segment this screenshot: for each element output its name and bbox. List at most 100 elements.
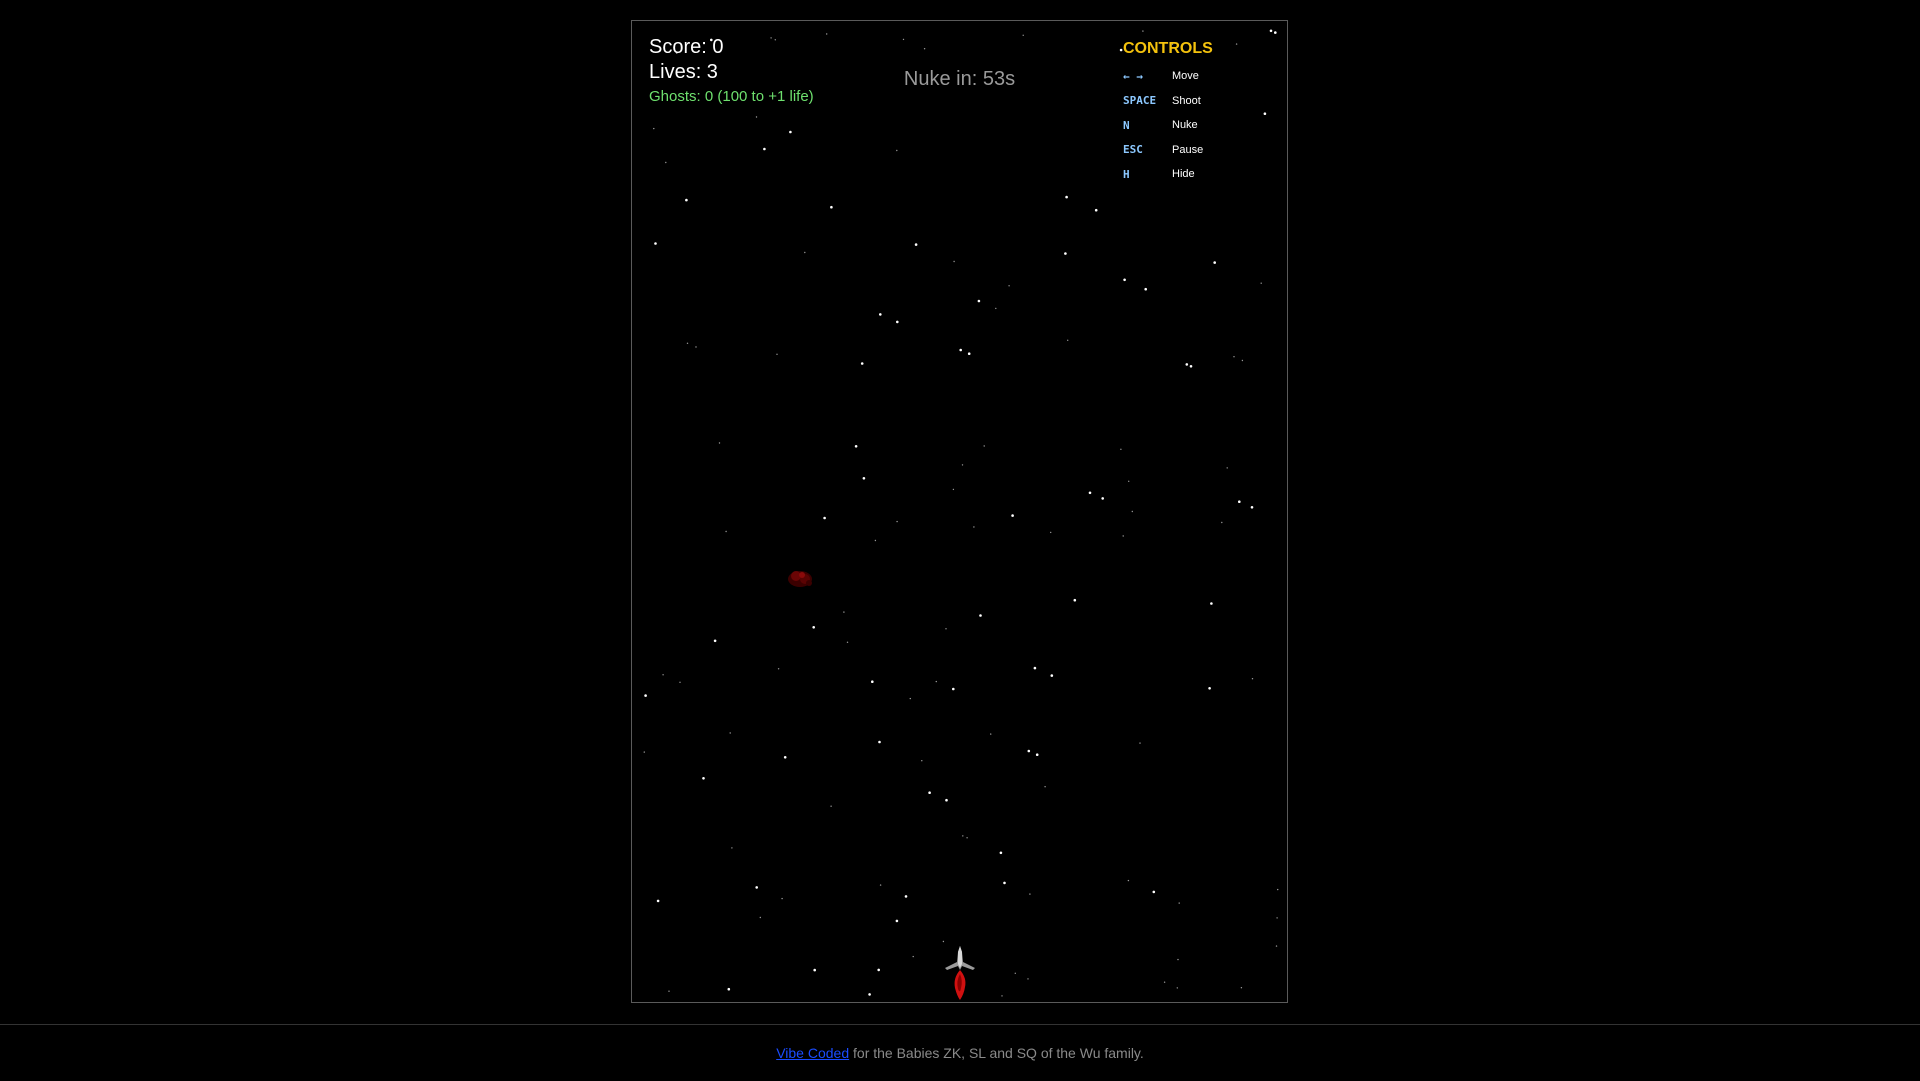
- star: [763, 147, 766, 151]
- star: [1029, 893, 1031, 895]
- star: [1035, 753, 1039, 756]
- star: [1139, 742, 1141, 744]
- star: [1226, 467, 1228, 469]
- star: [962, 835, 964, 837]
- star: [995, 307, 997, 310]
- star: [1022, 34, 1024, 36]
- controls-title: CONTROLS: [1123, 40, 1213, 57]
- star: [896, 520, 898, 523]
- star: [731, 847, 733, 849]
- star: [686, 342, 689, 344]
- h-key-label: H: [1123, 167, 1130, 181]
- star: [656, 899, 660, 903]
- star: [879, 884, 882, 886]
- star: [770, 37, 772, 39]
- star: [1064, 252, 1067, 255]
- star: [813, 968, 816, 972]
- shoot-action-label: Shoot: [1172, 94, 1201, 107]
- star: [952, 687, 955, 691]
- star: [878, 740, 881, 744]
- star: [846, 641, 849, 643]
- star: [1178, 902, 1180, 904]
- game-canvas[interactable]: Score: 0 Lives: 3 Ghosts: 0 (100 to +1 l…: [631, 20, 1288, 1003]
- star: [1210, 602, 1213, 605]
- star: [755, 116, 758, 118]
- star: [959, 348, 962, 352]
- star: [781, 897, 783, 900]
- star: [718, 442, 721, 444]
- star: [928, 791, 931, 794]
- star: [945, 628, 947, 630]
- star: [921, 760, 923, 762]
- star: [653, 127, 655, 130]
- page-footer: Vibe Coded for the Babies ZK, SL and SQ …: [0, 1024, 1920, 1081]
- star: [1067, 339, 1069, 341]
- star: [904, 895, 908, 898]
- control-row-shoot: SPACE Shoot: [1123, 89, 1273, 114]
- star: [702, 777, 705, 780]
- star: [1050, 531, 1052, 534]
- star: [1131, 510, 1133, 513]
- move-action-label: Move: [1172, 70, 1199, 83]
- star: [983, 445, 985, 447]
- star: [1163, 981, 1166, 983]
- star: [896, 320, 899, 324]
- star: [1177, 958, 1179, 961]
- star: [854, 445, 858, 448]
- n-key-label: N: [1123, 118, 1130, 132]
- star: [776, 353, 778, 355]
- star: [668, 990, 670, 992]
- star: [874, 539, 877, 542]
- star: [953, 260, 955, 263]
- star: [826, 33, 828, 35]
- star: [914, 243, 918, 246]
- star: [1003, 881, 1006, 885]
- star: [990, 733, 992, 735]
- star: [945, 798, 948, 802]
- star: [961, 464, 964, 466]
- star: [1233, 356, 1235, 358]
- star: [909, 697, 911, 700]
- vibe-coded-link[interactable]: Vibe Coded: [776, 1045, 849, 1061]
- star: [952, 488, 955, 491]
- star: [1144, 287, 1147, 291]
- star: [879, 313, 882, 316]
- star: [1033, 666, 1037, 670]
- star: [843, 611, 845, 613]
- star: [1008, 285, 1010, 287]
- star: [679, 681, 681, 683]
- score-display: Score: 0: [649, 36, 724, 58]
- star: [1185, 363, 1189, 366]
- star: [755, 886, 758, 889]
- star: [789, 130, 792, 134]
- arrow-keys-label: ← →: [1123, 69, 1143, 83]
- star: [868, 993, 871, 996]
- star: [1275, 945, 1278, 947]
- star: [1122, 535, 1124, 537]
- star: [643, 751, 645, 753]
- star: [973, 526, 975, 528]
- star: [1128, 480, 1130, 482]
- star: [1001, 995, 1003, 997]
- star: [695, 346, 697, 348]
- star: [1240, 987, 1243, 989]
- star: [1142, 30, 1144, 32]
- star: [729, 732, 731, 734]
- star: [1260, 282, 1262, 284]
- star: [1241, 359, 1244, 362]
- star: [725, 530, 727, 533]
- star: [1044, 786, 1046, 788]
- star: [783, 756, 787, 759]
- star: [871, 680, 874, 683]
- star: [812, 626, 815, 629]
- control-row-move: ← → Move: [1123, 64, 1273, 89]
- esc-key-label: ESC: [1123, 143, 1143, 157]
- star: [860, 362, 864, 365]
- star: [727, 987, 731, 991]
- player-ship-icon: [945, 946, 975, 1000]
- star: [999, 851, 1003, 855]
- star: [896, 149, 898, 152]
- control-row-nuke: N Nuke: [1123, 113, 1273, 138]
- star: [1208, 687, 1211, 690]
- star: [1123, 278, 1126, 282]
